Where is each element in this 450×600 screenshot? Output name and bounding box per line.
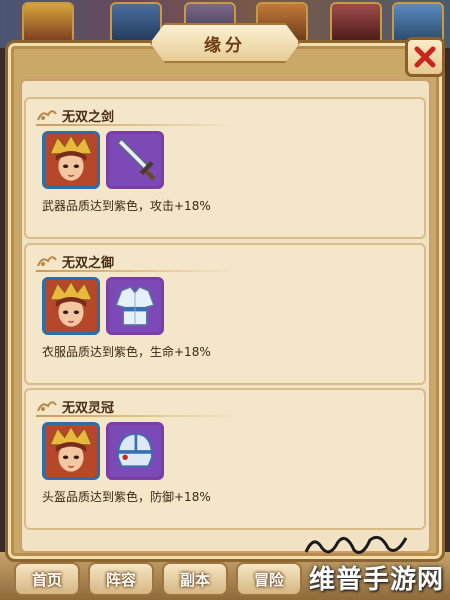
hero-portrait-icon [45, 425, 97, 477]
entry-description: 武器品质达到紫色，攻击+18% [42, 199, 211, 213]
nav-tab-label: 首页 [31, 571, 62, 589]
hero-portrait-slot[interactable] [42, 277, 100, 335]
signature-doodle [300, 528, 412, 562]
hero-portrait-slot[interactable] [42, 422, 100, 480]
sword-icon [109, 134, 161, 186]
helmet-icon [109, 425, 161, 477]
fate-entry: 无双之剑 武器品质达到紫色，攻击+18% [24, 97, 426, 239]
entry-header: 无双灵冠 [36, 396, 256, 417]
entry-title: 无双之剑 [62, 109, 115, 125]
top-hero-portrait[interactable] [330, 2, 382, 44]
watermark: 维普手游网 [308, 565, 444, 595]
nav-tab-home[interactable]: 首页 [14, 562, 80, 596]
entry-header: 无双之剑 [36, 105, 256, 126]
hero-portrait-slot[interactable] [42, 131, 100, 189]
divider [36, 270, 236, 272]
hero-portrait-icon [45, 134, 97, 186]
cloud-ornament-icon [37, 401, 57, 412]
cloud-ornament-icon [37, 256, 57, 267]
fate-entry: 无双灵冠 头盔品质达到紫色，防御+18% [24, 388, 426, 530]
equipment-slot[interactable] [106, 422, 164, 480]
nav-tab-adventure[interactable]: 冒险 [236, 562, 302, 596]
dialog-title-plaque: 缘分 [150, 23, 300, 63]
entry-header: 无双之御 [36, 251, 256, 272]
divider [36, 415, 236, 417]
entry-description: 头盔品质达到紫色，防御+18% [42, 490, 211, 504]
nav-tab-label: 冒险 [253, 571, 284, 589]
nav-tab-label: 副本 [179, 571, 210, 589]
cloud-ornament-icon [37, 110, 57, 121]
dialog-title: 缘分 [204, 35, 246, 56]
close-button[interactable] [405, 37, 445, 77]
hero-portrait-icon [45, 280, 97, 332]
entry-title: 无双之御 [62, 255, 115, 271]
nav-tab-lineup[interactable]: 阵容 [88, 562, 154, 596]
top-hero-portrait[interactable] [22, 2, 74, 44]
entry-title: 无双灵冠 [62, 400, 115, 416]
nav-tab-label: 阵容 [105, 571, 136, 589]
fate-entry: 无双之御 衣服品质达到紫色，生命+18% [24, 243, 426, 385]
nav-tab-dungeon[interactable]: 副本 [162, 562, 228, 596]
armor-robe-icon [109, 280, 161, 332]
close-x-icon [414, 46, 436, 68]
equipment-slot[interactable] [106, 131, 164, 189]
equipment-slot[interactable] [106, 277, 164, 335]
divider [36, 124, 236, 126]
entry-description: 衣服品质达到紫色，生命+18% [42, 345, 211, 359]
